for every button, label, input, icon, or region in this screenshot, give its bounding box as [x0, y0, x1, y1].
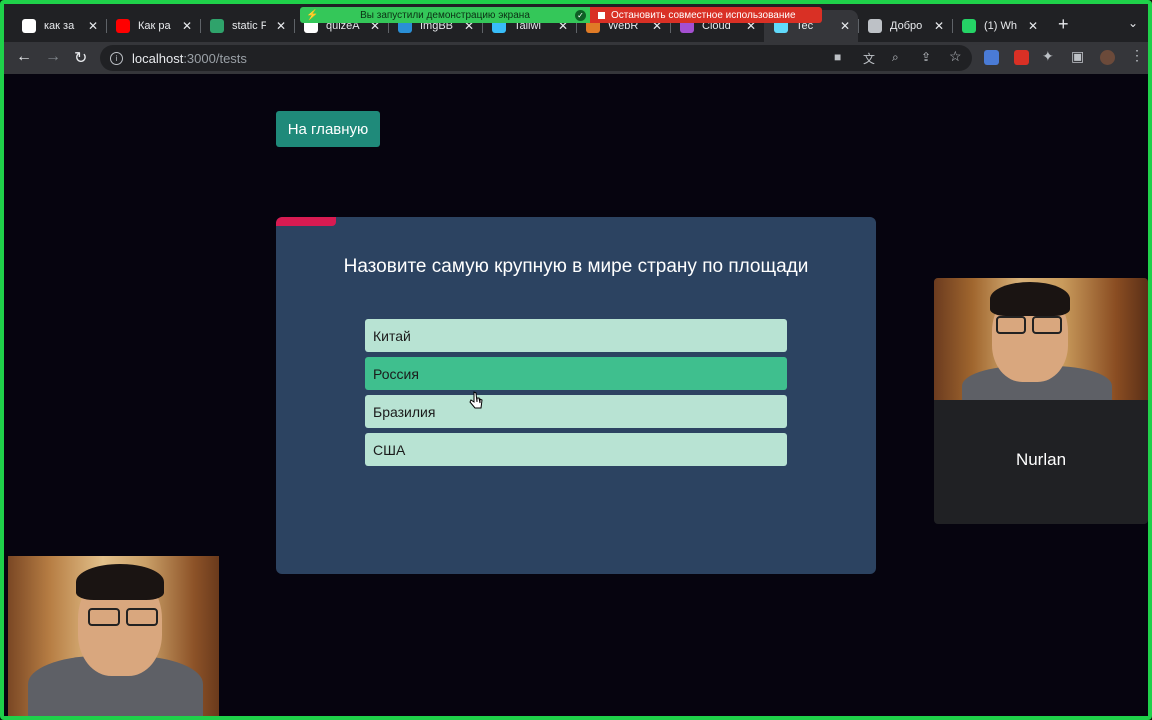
close-tab-icon[interactable]: ✕ — [88, 19, 98, 33]
bookmark-star-icon[interactable]: ☆ — [949, 48, 962, 65]
answer-option[interactable]: Бразилия — [365, 395, 787, 428]
url-path: :3000/tests — [183, 50, 247, 66]
netlify-icon — [210, 19, 224, 33]
tab-title: Как ра — [138, 20, 171, 32]
globe-icon — [868, 19, 882, 33]
stop-square-icon — [598, 11, 605, 19]
page-content: На главную Назовите самую крупную в мире… — [4, 74, 1148, 716]
translate-extension-icon[interactable] — [984, 50, 999, 65]
stop-sharing-label: Остановить совместное использование — [611, 9, 796, 21]
tab-title: как за — [44, 20, 75, 32]
answer-list: Китай Россия Бразилия США — [365, 319, 787, 471]
home-button[interactable]: На главную — [276, 111, 380, 147]
shield-check-icon: ✓ — [575, 9, 586, 21]
reload-icon[interactable]: ↻ — [74, 48, 87, 68]
stop-sharing-button[interactable]: Остановить совместное использование — [590, 7, 822, 23]
tab-title: static F — [232, 20, 266, 32]
close-tab-icon[interactable]: ✕ — [182, 19, 192, 33]
zoom-icon[interactable]: ⌕ — [892, 50, 899, 65]
new-tab-button[interactable]: + — [1058, 14, 1069, 35]
answer-option[interactable]: Россия — [365, 357, 787, 390]
quiz-card: Назовите самую крупную в мире страну по … — [276, 217, 876, 574]
browser-menu-icon[interactable]: ⋮ — [1130, 47, 1144, 64]
profile-avatar[interactable] — [1100, 50, 1115, 65]
translate-icon[interactable]: 文 — [863, 50, 875, 67]
tab-title: Добро — [890, 20, 923, 32]
tab-search-chevron-icon[interactable]: ⌄ — [1128, 16, 1138, 30]
close-tab-icon[interactable]: ✕ — [934, 19, 944, 33]
youtube-icon — [116, 19, 130, 33]
whatsapp-icon — [962, 19, 976, 33]
close-tab-icon[interactable]: ✕ — [1028, 19, 1038, 33]
browser-tab[interactable]: static F ✕ — [200, 10, 294, 42]
share-icon[interactable]: ⇪ — [921, 50, 931, 64]
remote-video-tile[interactable]: Nurlan — [934, 278, 1148, 524]
answer-option[interactable]: Китай — [365, 319, 787, 352]
screen-share-frame: как за ✕ Как ра ✕ static F ✕ quizeA ✕ ImgBB ✕ Tail… — [0, 0, 1152, 720]
browser-tab[interactable]: Как ра ✕ — [106, 10, 200, 42]
quiz-progress-bar — [276, 217, 336, 226]
forward-arrow-icon[interactable]: → — [45, 48, 61, 66]
question-text: Назовите самую крупную в мире страну по … — [343, 256, 809, 277]
share-status-message: ⚡ Вы запустили демонстрацию экрана ✓ — [300, 7, 590, 23]
side-panel-icon[interactable]: ▣ — [1071, 48, 1084, 65]
extension-red-icon[interactable] — [1014, 50, 1029, 65]
share-message-text: Вы запустили демонстрацию экрана — [360, 9, 530, 21]
close-tab-icon[interactable]: ✕ — [840, 19, 850, 33]
camera-icon[interactable]: ■ — [834, 50, 841, 64]
remote-participant-name: Nurlan — [1015, 450, 1067, 469]
self-video-tile[interactable] — [8, 556, 219, 716]
screen-share-banner: ⚡ Вы запустили демонстрацию экрана ✓ Ост… — [300, 7, 822, 23]
puzzle-extensions-icon[interactable]: ✦ — [1042, 48, 1054, 65]
site-info-icon[interactable]: i — [110, 51, 123, 65]
remote-video-feed — [934, 278, 1148, 400]
answer-option[interactable]: США — [365, 433, 787, 466]
tab-title: (1) Wh — [984, 20, 1017, 32]
share-lightning-icon: ⚡ — [306, 9, 319, 21]
back-arrow-icon[interactable]: ← — [16, 48, 32, 66]
browser-tab[interactable]: Добро ✕ — [858, 10, 952, 42]
browser-tab[interactable]: как за ✕ — [12, 10, 106, 42]
browser-tab[interactable]: (1) Wh ✕ — [952, 10, 1046, 42]
google-icon — [22, 19, 36, 33]
url-host: localhost — [132, 50, 184, 66]
browser-toolbar: ← → ↻ i localhost:3000/tests ■ 文 ⌕ ⇪ ☆ ✦… — [4, 42, 1148, 74]
close-tab-icon[interactable]: ✕ — [276, 19, 286, 33]
